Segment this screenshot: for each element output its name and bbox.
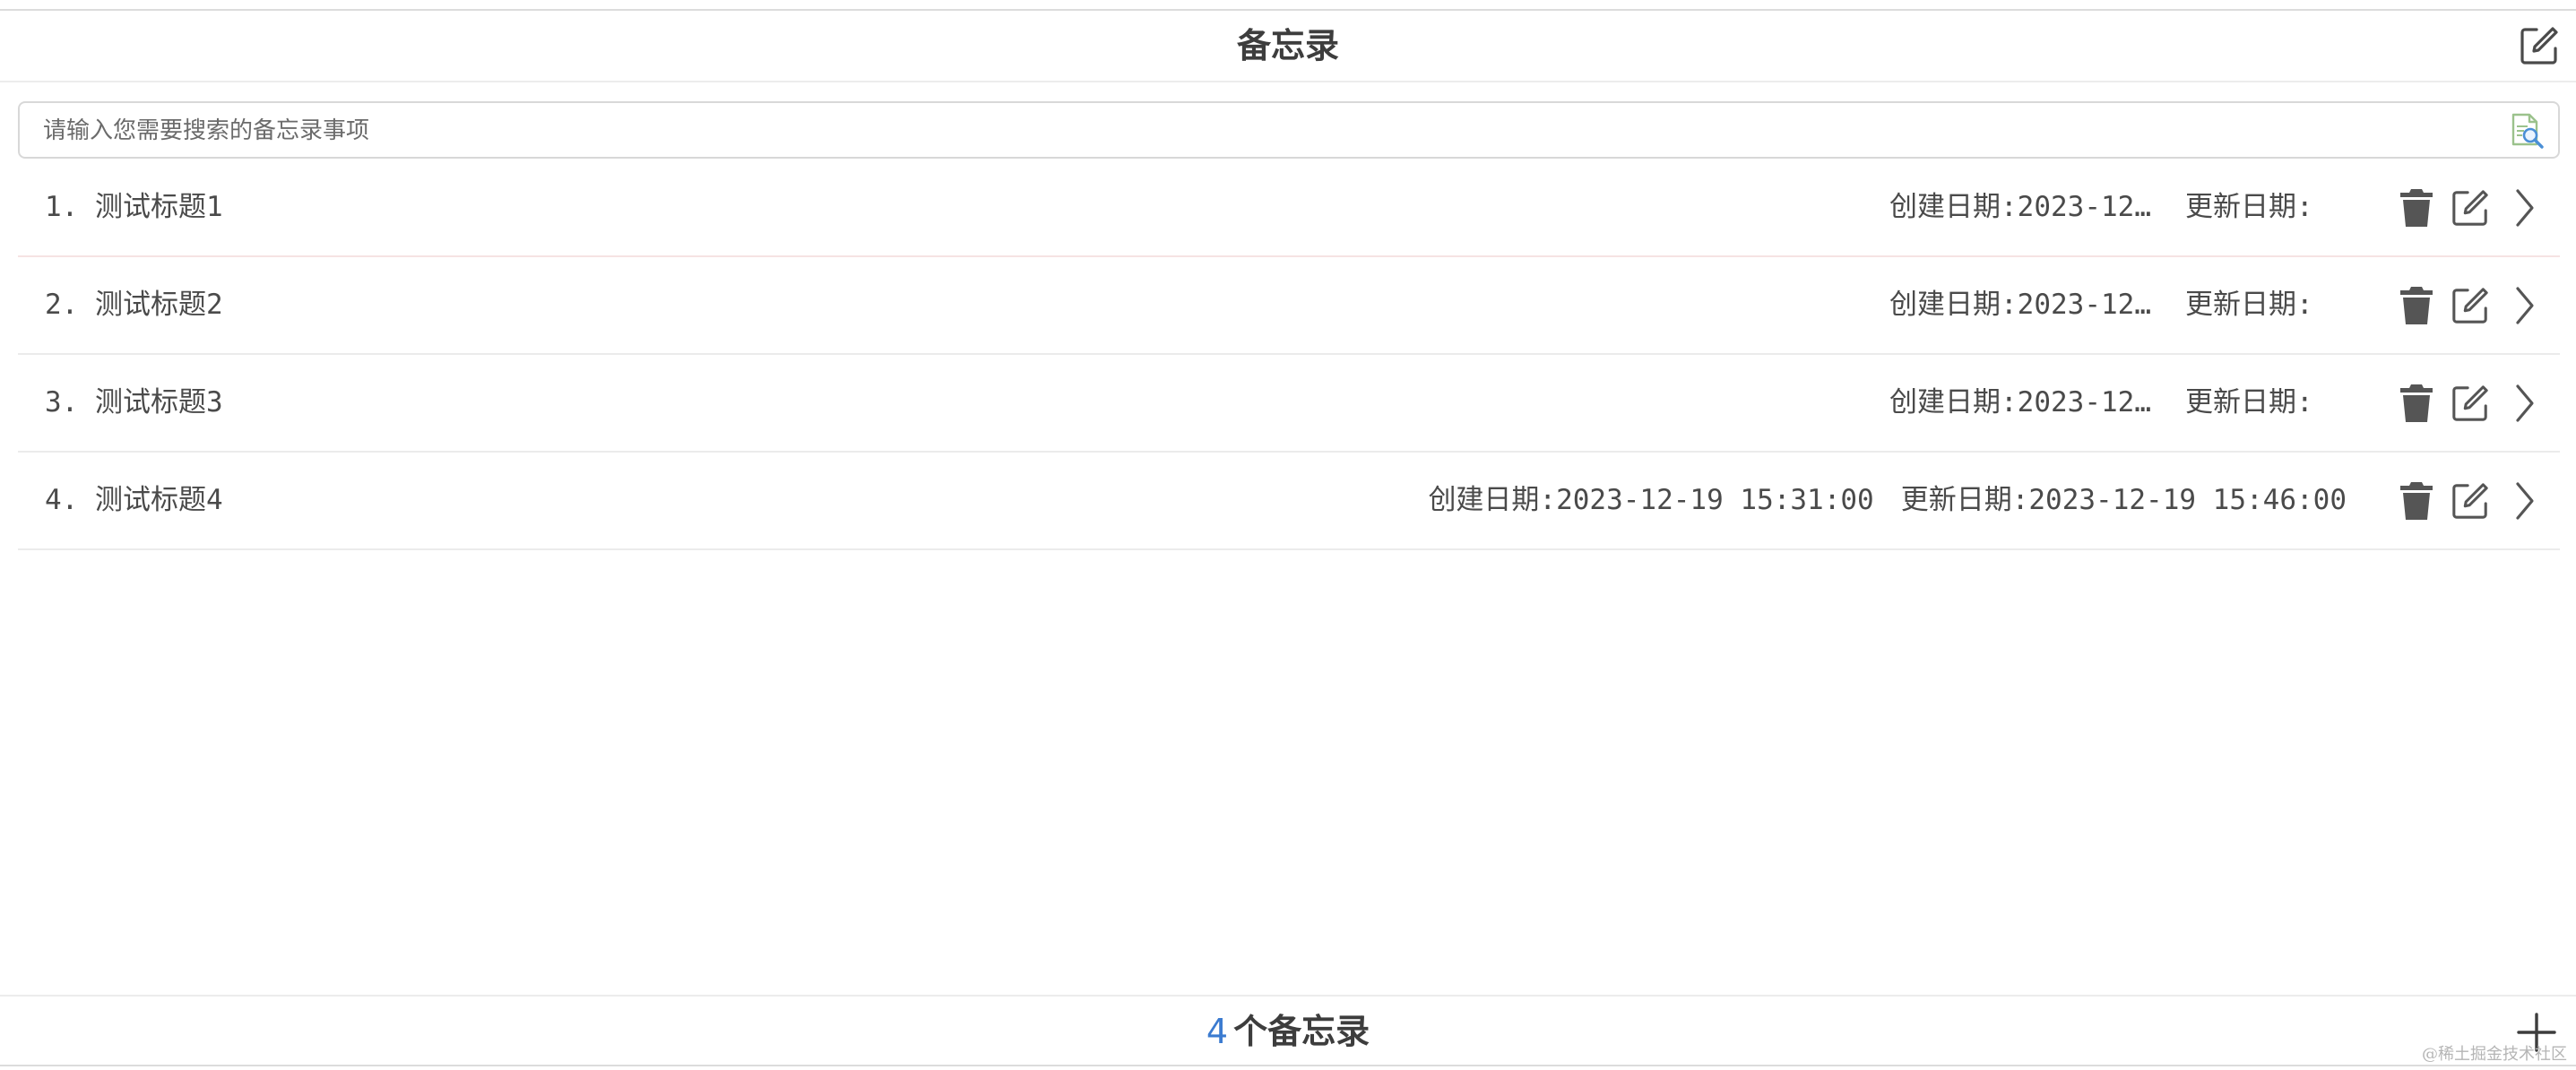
open-button[interactable] [2504,187,2544,229]
edit-icon [2452,190,2488,226]
memo-dates: 创建日期:2023-12-19 15:31:00 更新日期:2023-12-19… [1428,453,2347,548]
edit-button[interactable] [2451,480,2490,522]
open-button[interactable] [2504,285,2544,326]
memo-list: 1. 测试标题1 创建日期:2023-12-19 15:31:00 更新日期: … [18,160,2560,550]
memo-title: 3. 测试标题3 [45,386,223,419]
chevron-right-icon [2516,482,2534,520]
trash-icon [2400,384,2433,422]
memo-updated-date: 更新日期: [2185,386,2313,419]
edit-button[interactable] [2451,187,2490,229]
memo-row[interactable]: 4. 测试标题4 创建日期:2023-12-19 15:31:00 更新日期:2… [18,453,2560,550]
edit-icon [2452,385,2488,421]
chevron-right-icon [2516,287,2534,324]
watermark: @稀土掘金技术社区 [2422,1045,2567,1064]
delete-button[interactable] [2397,480,2436,522]
memo-created-date: 创建日期:2023-12-19 15:31:00 [1428,484,1874,516]
memo-count-number: 4 [1206,1012,1229,1051]
trash-icon [2400,189,2433,227]
memo-updated-date: 更新日期: [2185,289,2313,321]
search-document-icon [2511,113,2544,149]
open-button[interactable] [2504,480,2544,522]
memo-app: 备忘录 1. 测试标题1 创建日期:2023-12-19 15:31:00 [0,0,2576,1070]
delete-button[interactable] [2397,187,2436,229]
memo-created-date: 创建日期:2023-12-19 15:31:00 [1889,386,2158,419]
memo-dates: 创建日期:2023-12-19 15:31:00 更新日期: [1889,257,2347,353]
memo-title: 1. 测试标题1 [45,191,223,223]
memo-title: 4. 测试标题4 [45,484,223,516]
compose-icon [2520,27,2558,65]
memo-updated-date: 更新日期:2023-12-19 15:46:00 [1900,484,2347,516]
memo-dates: 创建日期:2023-12-19 15:31:00 更新日期: [1889,160,2347,255]
memo-created-date: 创建日期:2023-12-19 15:31:00 [1889,191,2158,223]
compose-button[interactable] [2519,25,2560,66]
trash-icon [2400,287,2433,324]
memo-row[interactable]: 1. 测试标题1 创建日期:2023-12-19 15:31:00 更新日期: [18,160,2560,257]
memo-actions [2397,186,2544,229]
chevron-right-icon [2516,384,2534,422]
delete-button[interactable] [2397,285,2436,326]
memo-dates: 创建日期:2023-12-19 15:31:00 更新日期: [1889,355,2347,451]
memo-actions [2397,382,2544,425]
delete-button[interactable] [2397,383,2436,424]
memo-actions [2397,479,2544,522]
footer-bar: 4 个备忘录 [0,995,2576,1066]
open-button[interactable] [2504,383,2544,424]
memo-created-date: 创建日期:2023-12-19 15:31:00 [1889,289,2158,321]
search-button[interactable] [2508,112,2546,150]
edit-button[interactable] [2451,285,2490,326]
memo-row[interactable]: 3. 测试标题3 创建日期:2023-12-19 15:31:00 更新日期: [18,355,2560,453]
memo-title: 2. 测试标题2 [45,289,223,321]
search-box [18,101,2560,159]
memo-row[interactable]: 2. 测试标题2 创建日期:2023-12-19 15:31:00 更新日期: [18,257,2560,355]
edit-icon [2452,483,2488,519]
header-bar: 备忘录 [0,11,2576,82]
memo-actions [2397,284,2544,327]
trash-icon [2400,482,2433,520]
page-title: 备忘录 [1236,26,1339,65]
search-input[interactable] [41,103,2483,159]
edit-icon [2452,288,2488,324]
edit-button[interactable] [2451,383,2490,424]
memo-updated-date: 更新日期: [2185,191,2313,223]
memo-count: 4 个备忘录 [0,997,2576,1068]
memo-count-label: 个备忘录 [1233,1012,1370,1051]
chevron-right-icon [2516,189,2534,227]
